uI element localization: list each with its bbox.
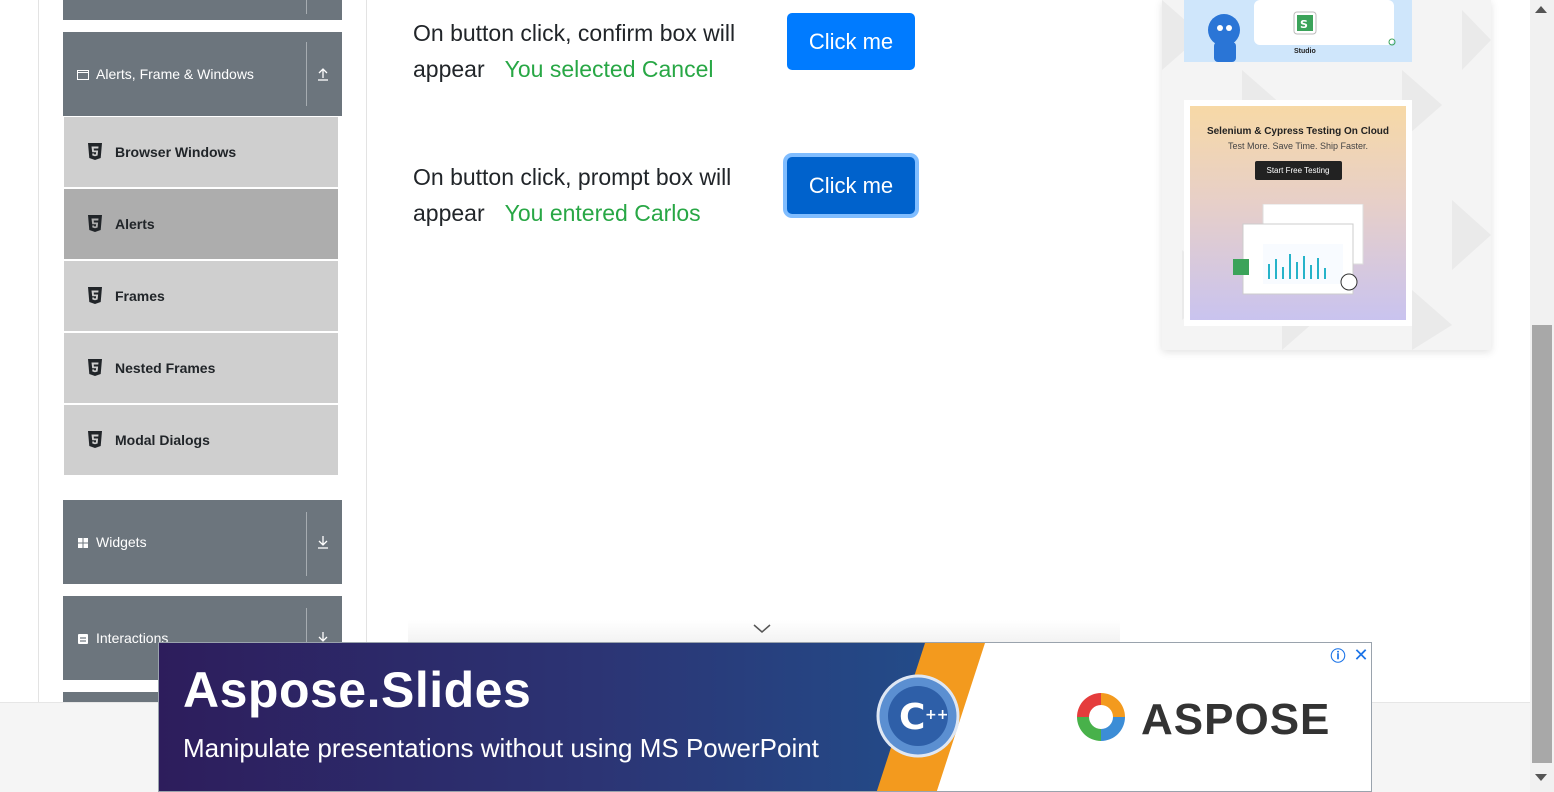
arrow-down-icon[interactable] <box>315 534 331 550</box>
sidebar-group-previous[interactable] <box>63 0 342 20</box>
sidebar-right-border <box>366 0 367 702</box>
html5-icon <box>88 431 102 448</box>
sidebar-group-alerts-frame-windows[interactable]: Alerts, Frame & Windows <box>63 32 342 116</box>
window-icon <box>77 68 89 80</box>
sidebar-item-browser-windows[interactable]: Browser Windows <box>64 117 338 187</box>
html5-icon <box>88 215 102 232</box>
sidebar-item-label: Alerts <box>115 216 155 232</box>
html5-icon <box>88 143 102 160</box>
form-icon <box>77 632 89 644</box>
banner-brand: ASPOSE <box>1141 695 1331 744</box>
group-separator <box>306 0 307 14</box>
dashboard-illustration <box>1233 204 1364 295</box>
prompt-row: On button click, prompt box will appear Y… <box>413 159 753 231</box>
sidebar-group-widgets[interactable]: Widgets <box>63 500 342 584</box>
page-scrollbar[interactable] <box>1530 0 1554 792</box>
info-icon[interactable]: ⓘ <box>1327 645 1349 665</box>
prompt-result: You entered Carlos <box>504 200 701 226</box>
arrow-up-icon[interactable] <box>315 66 331 82</box>
ad-selenium-cypress[interactable]: Selenium & Cypress Testing On Cloud Test… <box>1184 100 1412 326</box>
sidebar-item-alerts[interactable]: Alerts <box>64 189 338 259</box>
html5-icon <box>88 359 102 376</box>
sidebar-item-label: Browser Windows <box>115 144 237 160</box>
ad-subtitle: Test More. Save Time. Ship Faster. <box>1227 141 1369 151</box>
sidebar-item-label: Nested Frames <box>115 360 216 376</box>
confirm-button[interactable]: Click me <box>787 13 915 70</box>
html5-icon <box>88 287 102 304</box>
banner-title: Aspose.Slides <box>183 662 532 718</box>
prompt-button[interactable]: Click me <box>787 157 915 214</box>
chevron-down-icon[interactable] <box>753 624 771 634</box>
aspose-banner-ad[interactable]: Aspose.Slides Manipulate presentations w… <box>158 642 1372 792</box>
ad-top-image[interactable]: S Studio <box>1184 0 1412 62</box>
cpp-logo-icon: C ++ <box>876 674 960 758</box>
sidebar-item-nested-frames[interactable]: Nested Frames <box>64 333 338 403</box>
ad-cta-button[interactable]: Start Free Testing <box>1254 161 1342 180</box>
group-separator <box>306 42 307 106</box>
confirm-result: You selected Cancel <box>504 56 714 82</box>
aspose-logo-icon <box>1077 693 1125 741</box>
sidebar-item-label: Frames <box>115 288 165 304</box>
svg-text:S: S <box>1300 18 1308 31</box>
sidebar-item-label: Modal Dialogs <box>115 432 210 448</box>
group-separator <box>306 512 307 576</box>
svg-text:C: C <box>899 697 925 738</box>
close-icon[interactable]: ✕ <box>1351 645 1371 665</box>
grid-icon <box>77 536 89 548</box>
sidebar-item-frames[interactable]: Frames <box>64 261 338 331</box>
sidebar-item-modal-dialogs[interactable]: Modal Dialogs <box>64 405 338 475</box>
scroll-thumb[interactable] <box>1532 325 1552 763</box>
sidebar-left-border <box>38 0 39 702</box>
ad-title: Selenium & Cypress Testing On Cloud <box>1206 126 1390 137</box>
banner-subtitle: Manipulate presentations without using M… <box>183 733 819 763</box>
confirm-row: On button click, confirm box will appear… <box>413 15 753 87</box>
svg-text:++: ++ <box>925 707 948 723</box>
scroll-up-arrow-icon[interactable] <box>1535 6 1547 13</box>
scroll-down-arrow-icon[interactable] <box>1535 774 1547 781</box>
ad-top-label: Studio <box>1294 48 1316 55</box>
